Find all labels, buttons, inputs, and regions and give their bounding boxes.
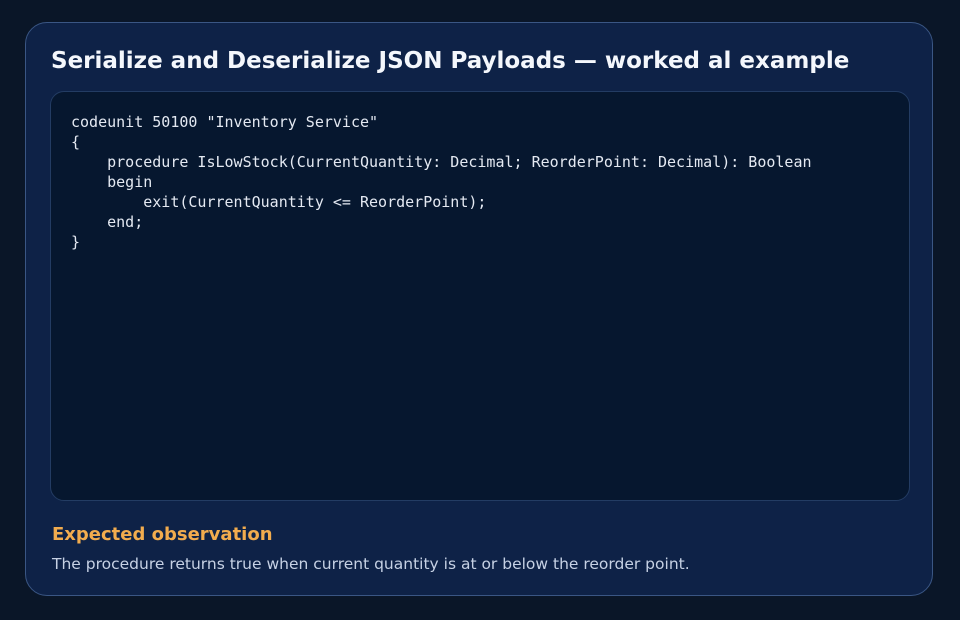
page-title: Serialize and Deserialize JSON Payloads … [51,48,850,74]
observation-text: The procedure returns true when current … [52,555,690,573]
lesson-card: Serialize and Deserialize JSON Payloads … [25,22,933,596]
code-block: codeunit 50100 "Inventory Service" { pro… [50,91,910,501]
code-text: codeunit 50100 "Inventory Service" { pro… [71,113,812,251]
observation-heading: Expected observation [52,524,273,545]
